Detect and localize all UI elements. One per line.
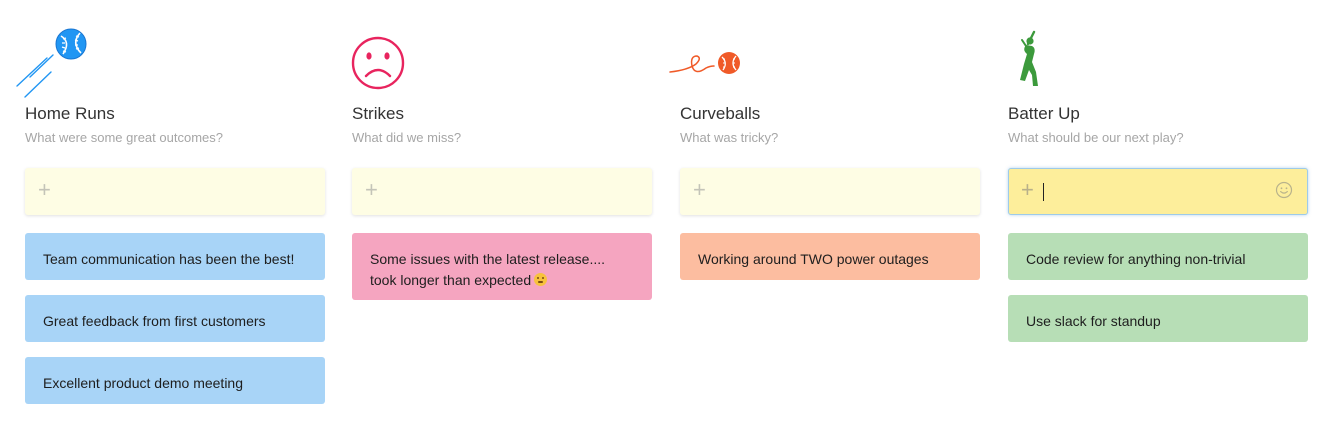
column-subtitle: What were some great outcomes?	[25, 130, 223, 145]
add-note-input[interactable]: +	[352, 168, 652, 215]
plus-icon: +	[38, 177, 51, 202]
note-card[interactable]: Great feedback from first customers	[25, 295, 325, 342]
add-note-input[interactable]: +	[680, 168, 980, 215]
column-subtitle: What should be our next play?	[1008, 130, 1184, 145]
note-text: Team communication has been the best!	[43, 251, 295, 267]
column-title: Home Runs	[25, 104, 115, 123]
note-card[interactable]: Some issues with the latest release.... …	[352, 233, 652, 300]
column-strikes: Strikes What did we miss? + Some issues …	[351, 0, 652, 427]
column-subtitle: What did we miss?	[352, 130, 462, 145]
note-text: Excellent product demo meeting	[43, 375, 243, 391]
note-card[interactable]: Working around TWO power outages	[680, 233, 980, 280]
plus-icon: +	[365, 177, 378, 202]
note-card[interactable]: Team communication has been the best!	[25, 233, 325, 280]
note-card[interactable]: Excellent product demo meeting	[25, 357, 325, 404]
note-text: Some issues with the latest release.... …	[370, 251, 605, 288]
plus-icon: +	[1021, 177, 1034, 202]
batter-icon	[1008, 28, 1098, 98]
column-curveballs: Curveballs What was tricky? + Working ar…	[669, 0, 980, 427]
text-cursor	[1043, 183, 1044, 201]
note-card[interactable]: Code review for anything non-trivial	[1008, 233, 1308, 280]
sad-face-icon	[351, 28, 442, 98]
column-subtitle: What was tricky?	[680, 130, 779, 145]
add-note-input[interactable]: +	[25, 168, 325, 215]
note-card[interactable]: Use slack for standup	[1008, 295, 1308, 342]
add-note-input[interactable]: +	[1008, 168, 1308, 215]
column-batter-up: Batter Up What should be our next play? …	[1008, 0, 1308, 427]
column-title: Batter Up	[1008, 104, 1080, 123]
note-text: Great feedback from first customers	[43, 313, 266, 329]
column-title: Curveballs	[680, 104, 761, 123]
note-text: Use slack for standup	[1026, 313, 1161, 329]
note-text: Code review for anything non-trivial	[1026, 251, 1246, 267]
column-title: Strikes	[352, 104, 404, 123]
emoji-picker-icon[interactable]	[1275, 181, 1293, 199]
grimace-emoji-icon	[534, 273, 548, 286]
plus-icon: +	[693, 177, 706, 202]
column-home-runs: Home Runs What were some great outcomes?…	[16, 0, 325, 427]
retro-board: Home Runs What were some great outcomes?…	[0, 0, 1325, 427]
baseball-home-run-icon	[16, 28, 115, 98]
note-text: Working around TWO power outages	[698, 251, 929, 267]
curveball-icon	[669, 28, 770, 98]
